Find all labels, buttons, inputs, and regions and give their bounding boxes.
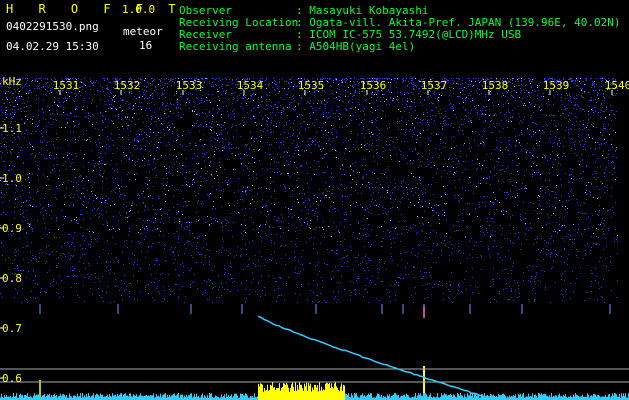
meteor-count: 16	[139, 39, 153, 52]
app-version: 1.0.0	[122, 3, 156, 16]
time-tick-label: 1532	[114, 79, 141, 92]
mode-label: meteor	[123, 25, 163, 38]
time-tick-label: 1534	[237, 79, 264, 92]
time-tick-label: 1533	[176, 79, 203, 92]
time-tick-label: 1531	[53, 79, 80, 92]
freq-tick-label: 0.9	[2, 222, 22, 235]
freq-tick-label: 1.1	[2, 122, 22, 135]
time-tick-label: 1538	[482, 79, 509, 92]
app-title: H R O F F T	[6, 2, 185, 16]
observation-datetime: 04.02.29 15:30	[6, 40, 99, 53]
time-tick-label: 1537	[421, 79, 448, 92]
header-panel: H R O F F T 1.0.0 0402291530.png meteor …	[0, 0, 629, 76]
image-filename: 0402291530.png	[6, 20, 99, 33]
antenna-label: Receiving antenna	[179, 40, 292, 53]
time-tick-label: 1540	[605, 79, 629, 92]
time-tick-label: 1535	[298, 79, 325, 92]
spectrogram-plot: kHz 1531 1532 1533 1534 1535 1536 1537 1538 1539…	[0, 76, 629, 400]
freq-tick-label: 0.7	[2, 322, 22, 335]
freq-tick-label: 1.0	[2, 172, 22, 185]
time-tick-label: 1536	[360, 79, 387, 92]
freq-tick-label: 0.6	[2, 372, 22, 385]
freq-tick-label: 0.8	[2, 272, 22, 285]
time-tick-label: 1539	[543, 79, 570, 92]
axis-unit-label: kHz	[2, 76, 22, 88]
antenna-value: : A504HB(yagi 4el)	[296, 40, 416, 53]
